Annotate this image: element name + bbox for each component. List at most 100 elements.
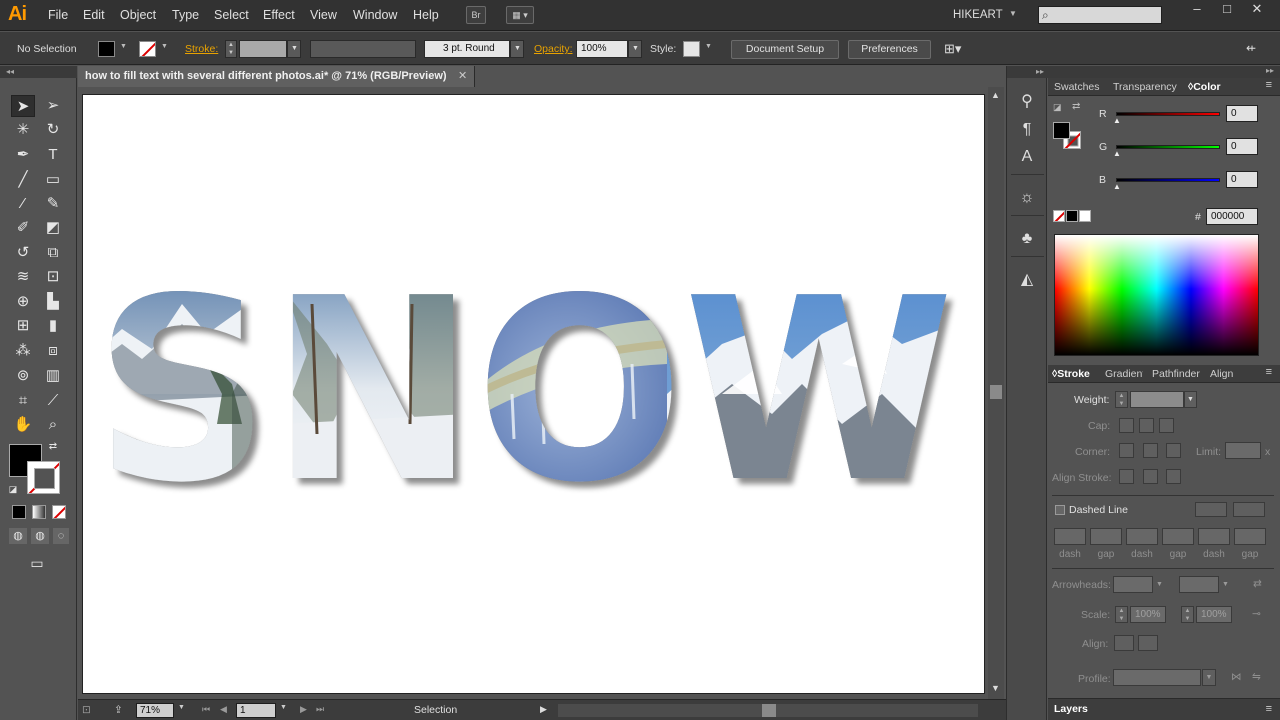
transform-icon[interactable]: ⊞▾: [944, 41, 961, 57]
white-color-button[interactable]: [1079, 210, 1091, 222]
document-setup-button[interactable]: Document Setup: [731, 40, 839, 59]
dashed-line-checkbox[interactable]: [1055, 505, 1065, 515]
graphic-styles-icon[interactable]: ◭: [1016, 269, 1038, 291]
default-colors-icon[interactable]: ◪: [1053, 102, 1062, 113]
menu-edit[interactable]: Edit: [83, 8, 105, 22]
round-cap-button[interactable]: [1139, 418, 1154, 433]
stroke-weight-input[interactable]: [239, 40, 287, 58]
tab-pathfinder[interactable]: Pathfinder: [1152, 368, 1206, 380]
tab-stroke[interactable]: ◊Stroke: [1052, 368, 1090, 380]
appearance-icon[interactable]: ☼: [1016, 187, 1038, 209]
layers-panel-bar[interactable]: Layers ≡: [1048, 698, 1280, 720]
opacity-label[interactable]: Opacity:: [534, 43, 573, 55]
mesh-tool-icon[interactable]: ⊞: [11, 315, 35, 337]
tab-swatches[interactable]: Swatches: [1054, 81, 1100, 93]
gradient-mode-icon[interactable]: [32, 505, 46, 519]
paragraph-icon[interactable]: ¶: [1016, 119, 1038, 141]
status-icon[interactable]: ⊡: [82, 704, 91, 716]
panel-menu-icon[interactable]: ≡: [1266, 366, 1272, 378]
menu-object[interactable]: Object: [120, 8, 156, 22]
stroke-weight-stepper[interactable]: ▲ ▼: [225, 40, 237, 58]
scroll-down-icon[interactable]: ▼: [991, 683, 1000, 693]
paintbrush-tool-icon[interactable]: ⁄: [11, 193, 35, 215]
document-tab[interactable]: how to fill text with several different …: [78, 66, 475, 87]
free-transform-tool-icon[interactable]: ⊡: [41, 266, 65, 288]
vertical-scrollbar[interactable]: ▲ ▼: [988, 87, 1004, 699]
magic-wand-tool-icon[interactable]: ✳: [11, 119, 35, 141]
search-input[interactable]: ⌕: [1038, 6, 1162, 24]
gradient-tool-icon[interactable]: ▮: [41, 315, 65, 337]
scroll-thumb[interactable]: [762, 704, 776, 717]
opacity-input[interactable]: 100%: [576, 40, 628, 58]
brush-definition[interactable]: 3 pt. Round: [424, 40, 510, 58]
collapse-icon[interactable]: ▸▸: [1266, 66, 1274, 75]
character-styles-icon[interactable]: ⚲: [1016, 91, 1038, 113]
user-name[interactable]: HIKEART: [953, 9, 1003, 21]
panel-menu-icon[interactable]: ≡: [1266, 79, 1272, 91]
preserve-dash-button[interactable]: [1195, 502, 1227, 517]
screen-mode-icon[interactable]: ▭: [25, 552, 49, 574]
menu-select[interactable]: Select: [214, 8, 249, 22]
none-mode-icon[interactable]: [52, 505, 66, 519]
color-spectrum[interactable]: [1054, 234, 1259, 356]
slider-thumb-icon[interactable]: ▲: [1113, 182, 1121, 191]
rectangle-tool-icon[interactable]: ▭: [41, 169, 65, 191]
slice-tool-icon[interactable]: ⟋: [41, 390, 65, 412]
limit-input[interactable]: [1225, 442, 1261, 459]
pen-tool-icon[interactable]: ✒: [11, 144, 35, 166]
menu-window[interactable]: Window: [353, 8, 397, 22]
chevron-down-icon[interactable]: ▼: [120, 43, 127, 50]
draw-normal-icon[interactable]: ◍: [9, 528, 27, 544]
stroke-color-box[interactable]: [27, 461, 60, 494]
rotate-tool-icon[interactable]: ↺: [11, 242, 35, 264]
profile-select[interactable]: [1113, 669, 1201, 686]
close-icon[interactable]: ✕: [458, 69, 467, 82]
channel-r-input[interactable]: 0: [1226, 105, 1258, 122]
black-color-button[interactable]: [1066, 210, 1078, 222]
line-tool-icon[interactable]: ╱: [11, 169, 35, 191]
miter-join-button[interactable]: [1119, 443, 1134, 458]
align-outside-button[interactable]: [1166, 469, 1181, 484]
previous-artboard-icon[interactable]: ◀: [220, 704, 227, 715]
dash-3-input[interactable]: [1198, 528, 1230, 545]
collapse-icon[interactable]: ◂◂: [0, 66, 77, 78]
default-colors-icon[interactable]: ◪: [6, 482, 20, 496]
draw-behind-icon[interactable]: ◍: [31, 528, 49, 544]
symbols-icon[interactable]: ♣: [1016, 228, 1038, 250]
menu-type[interactable]: Type: [172, 8, 199, 22]
menu-help[interactable]: Help: [413, 8, 439, 22]
align-inside-button[interactable]: [1143, 469, 1158, 484]
butt-cap-button[interactable]: [1119, 418, 1134, 433]
bridge-button[interactable]: Br: [466, 6, 486, 24]
round-join-button[interactable]: [1143, 443, 1158, 458]
chevron-down-icon[interactable]: ▼: [178, 704, 185, 711]
scroll-up-icon[interactable]: ▲: [991, 90, 1000, 100]
bevel-join-button[interactable]: [1166, 443, 1181, 458]
draw-inside-icon[interactable]: ◌: [53, 528, 69, 544]
graphic-style-swatch[interactable]: [683, 41, 700, 57]
artboard-tool-icon[interactable]: ⌗: [11, 390, 35, 412]
tab-align[interactable]: Align: [1210, 368, 1233, 380]
panel-menu-icon[interactable]: ⇷: [1246, 41, 1256, 55]
gap-2-input[interactable]: [1162, 528, 1194, 545]
type-tool-icon[interactable]: T: [41, 144, 65, 166]
arrow-place-button[interactable]: [1138, 635, 1158, 651]
chevron-down-icon[interactable]: ▼: [280, 704, 287, 711]
scale-end-stepper[interactable]: ▲ ▼: [1181, 606, 1194, 623]
arrow-extend-button[interactable]: [1114, 635, 1134, 651]
shape-builder-tool-icon[interactable]: ⊕: [11, 291, 35, 313]
hand-tool-icon[interactable]: ✋: [11, 414, 35, 436]
lasso-tool-icon[interactable]: ↻: [41, 119, 65, 141]
share-icon[interactable]: ⇪: [114, 704, 123, 716]
perspective-grid-tool-icon[interactable]: ▙: [41, 291, 65, 313]
symbol-sprayer-tool-icon[interactable]: ⊚: [11, 365, 35, 387]
align-dash-button[interactable]: [1233, 502, 1265, 517]
slider-thumb-icon[interactable]: ▲: [1113, 116, 1121, 125]
chevron-down-icon[interactable]: ▼: [705, 43, 712, 50]
weight-input[interactable]: [1130, 391, 1184, 408]
stroke-label[interactable]: Stroke:: [185, 43, 218, 55]
hex-input[interactable]: 000000: [1206, 208, 1258, 225]
artboard-number-input[interactable]: 1: [236, 703, 276, 718]
fill-swatch[interactable]: [98, 41, 115, 57]
slider-thumb-icon[interactable]: ▲: [1113, 149, 1121, 158]
